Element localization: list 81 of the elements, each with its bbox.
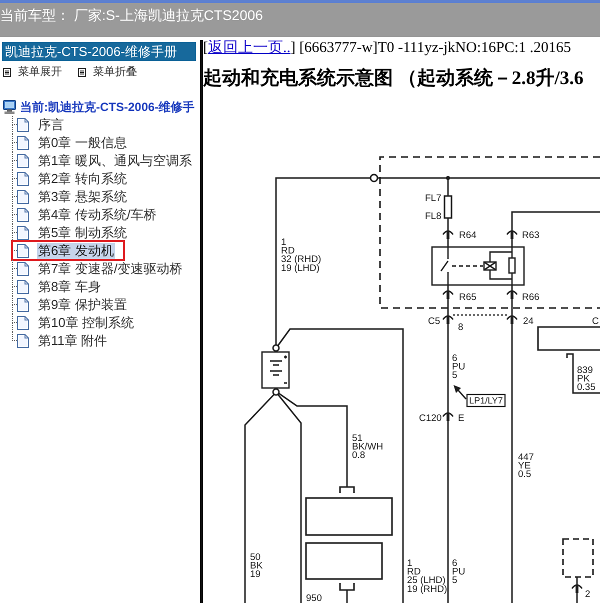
tree-item[interactable]: 第8章 车身 [37,279,102,295]
list-icon [78,68,86,76]
fuse-label: FL8 [425,211,442,222]
pin-label: 24 [523,316,534,327]
wire-label: 51 BK/WH 0.8 [352,433,384,462]
document-title: 起动和充电系统示意图 （起动系统－2.8升/3.6 [203,68,584,90]
tree-item[interactable]: 第3章 悬架系统 [37,189,128,205]
connector-icon [506,230,518,239]
fuse-symbol [444,195,452,219]
terminal-icon [272,388,280,396]
page-icon [17,262,29,276]
terminal-icon [370,174,378,182]
pin-label: R64 [459,230,476,241]
connector-icon [339,486,355,493]
connector-icon [571,584,583,593]
page-icon [17,208,29,222]
connector-label: C120 [419,413,442,424]
tree-item[interactable]: 第0章 一般信息 [37,135,128,151]
pin-label: 2 [585,589,590,600]
wire-label: 839 PK 0.35 [577,365,596,394]
connector-icon [506,290,518,299]
expand-menu-button[interactable]: 菜单展开 [3,65,62,79]
page-icon [17,118,29,132]
component-box [537,326,600,351]
fuse-label: FL7 [425,193,442,204]
connector-icon [506,315,518,324]
tree-root[interactable]: 当前:凯迪拉克-CTS-2006-维修手 [20,100,195,114]
pin-label: R66 [522,292,540,303]
page-icon [17,334,29,348]
tree-item[interactable]: 第10章 控制系统 [37,315,136,331]
wire-label: 950 [306,593,322,603]
tree-item[interactable]: 第1章 暖风、通风与空调系 [37,153,193,169]
tree-item[interactable]: 第11章 附件 [37,333,108,349]
page-icon [17,244,29,258]
wire [566,353,600,394]
splice-dot-icon [446,176,450,180]
wire-label: 1 RD 25 (LHD) 19 (RHD) [407,558,448,595]
tree-item[interactable]: 第5章 制动系统 [37,225,128,241]
tree-item[interactable]: 第2章 转向系统 [37,171,128,187]
battery-symbol [261,351,290,389]
pin-label: R65 [459,292,476,303]
connector-icon [442,412,454,421]
connector-label: C5 [428,316,440,327]
connector-icon [442,315,454,324]
connector-icon [442,290,454,299]
dashed-outline [562,538,594,578]
collapse-menu-button[interactable]: 菜单折叠 [78,65,137,79]
pin-label: R63 [522,230,540,241]
connector-label: C [592,316,599,327]
wire-label: 1 RD 32 (RHD) 19 (LHD) [281,237,322,274]
page-icon [17,154,29,168]
option-tag: LP1/LY7 [466,394,506,408]
sidebar-header: 凯迪拉克-CTS-2006-维修手册 [2,42,196,61]
page-icon [17,172,29,186]
wire-label: 6 PU 5 [452,558,466,586]
tree-item[interactable]: 序言 [37,117,65,133]
page-icon [17,316,29,330]
page-icon [17,298,29,312]
wire [447,218,449,247]
page-icon [17,136,29,150]
page-icon [17,280,29,294]
dotted-link-line [453,314,507,316]
page-icon [17,190,29,204]
computer-icon [3,100,16,114]
list-icon [3,68,11,76]
callout-arrow [454,385,467,400]
tree-item[interactable]: 第9章 保护装置 [37,297,128,313]
vehicle-model-label: 当前车型： 厂家:S-上海凯迪拉克CTS2006 [0,7,263,23]
connector-icon [339,583,355,591]
connector-icon [442,230,454,239]
pin-label: E [458,413,464,424]
wire [576,577,578,603]
wire-label: 6 PU 5 [452,353,466,382]
wire-label: 447 YE 0.5 [518,452,534,480]
tree-item[interactable]: 第6章 发动机 [37,243,115,259]
tree-item[interactable]: 第7章 变速器/变速驱动桥 [37,261,184,277]
pin-label: 8 [458,322,464,333]
wire-label: 50 BK 19 [250,552,263,580]
terminal-icon [272,344,280,352]
page-icon [17,226,29,240]
tree-item[interactable]: 第4章 传动系统/车桥 [37,207,158,223]
